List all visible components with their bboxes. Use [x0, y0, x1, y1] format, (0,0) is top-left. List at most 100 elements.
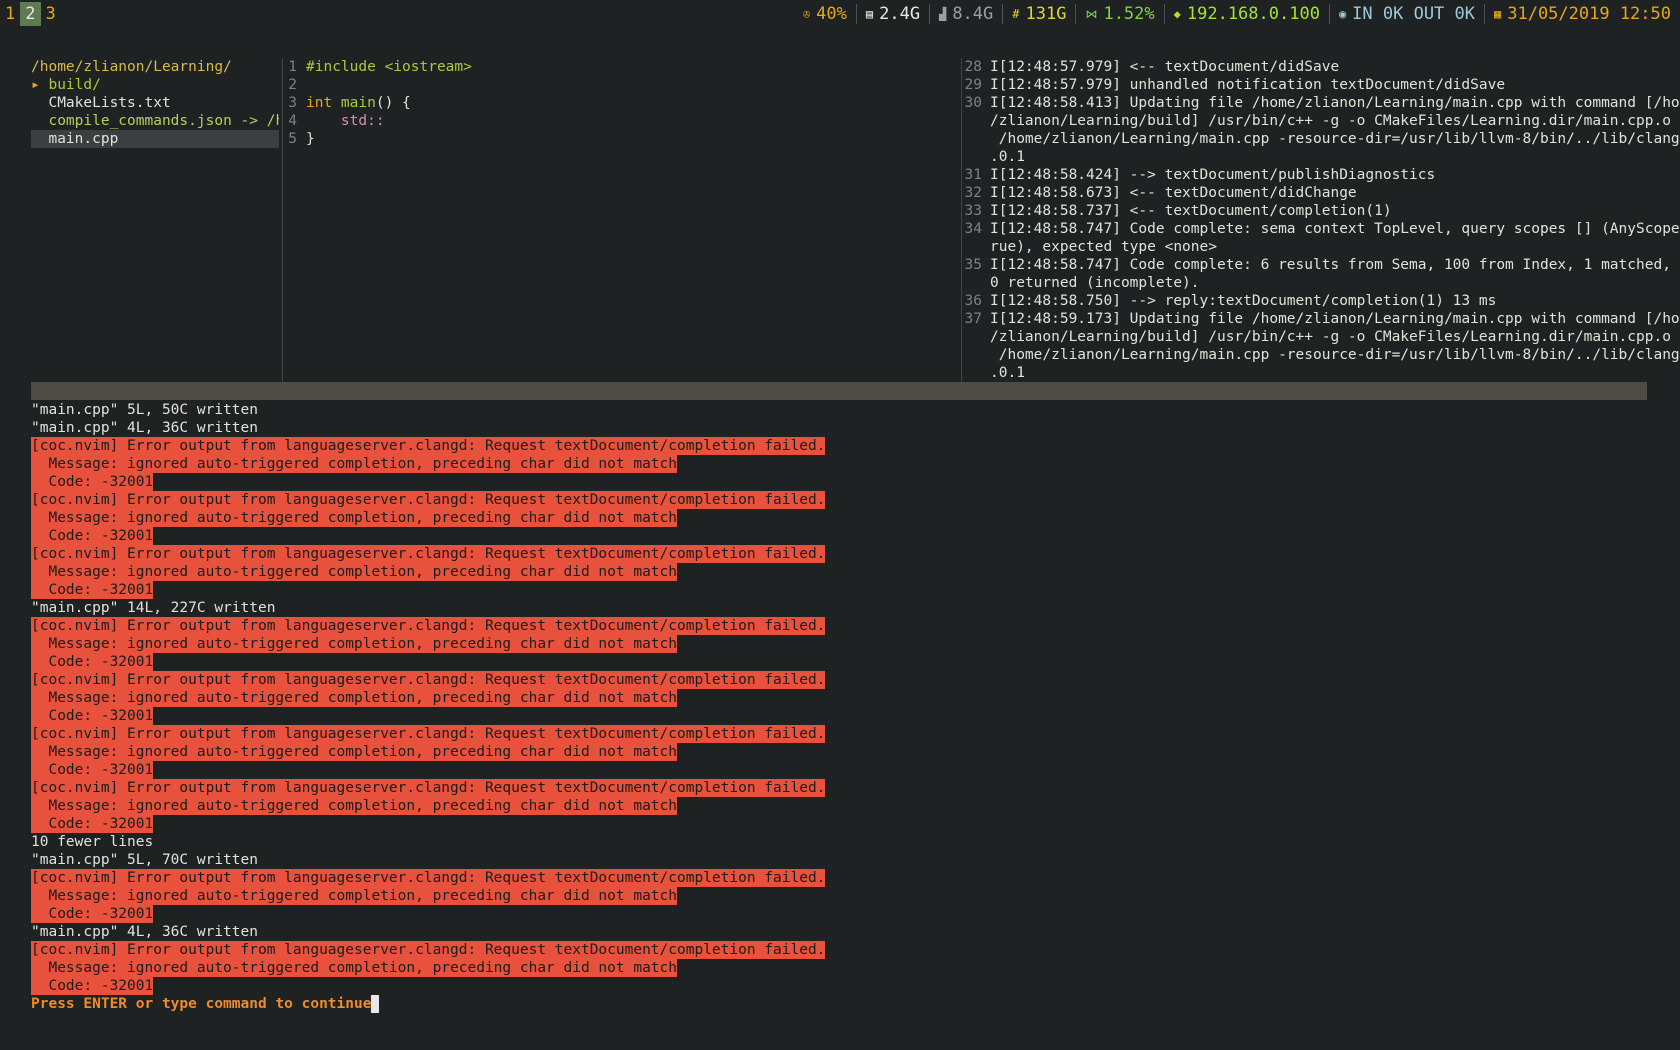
code-token: #include [306, 59, 385, 75]
log-line[interactable]: 37 I[12:48:59.173] Updating file /home/zl… [963, 310, 1680, 328]
log-pane[interactable]: 28 I[12:48:57.979] <-- textDocument/didSa… [963, 58, 1680, 382]
error-text: Code: -32001 [31, 473, 154, 491]
log-line[interactable]: 33 I[12:48:58.737] <-- textDocument/compl… [963, 202, 1680, 220]
error-text: [coc.nvim] Error output from languageser… [31, 779, 826, 797]
code-token: int [306, 95, 341, 111]
hash-icon: # [1012, 7, 1020, 21]
log-text: I[12:48:58.413] Updating file /home/zlia… [990, 95, 1680, 111]
code-line[interactable]: 3 int main() { [283, 94, 945, 112]
line-number: 4 [288, 113, 297, 129]
error-message-line: Code: -32001 [31, 977, 1651, 995]
error-message-line: Message: ignored auto-triggered completi… [31, 959, 1651, 977]
line-number: 37 [964, 311, 982, 327]
error-message-line: Message: ignored auto-triggered completi… [31, 743, 1651, 761]
error-message-line: [coc.nvim] Error output from languageser… [31, 437, 1651, 455]
log-line[interactable]: 32 I[12:48:58.673] <-- textDocument/didCh… [963, 184, 1680, 202]
message-text: "main.cpp" 4L, 36C written [31, 924, 258, 940]
error-text: [coc.nvim] Error output from languageser… [31, 491, 826, 509]
code-line[interactable]: 2 [283, 76, 945, 94]
error-text: Code: -32001 [31, 977, 154, 995]
line-number: 5 [288, 131, 297, 147]
log-line[interactable]: /zlianon/Learning/build] /usr/bin/c++ -g… [963, 328, 1680, 346]
log-text: 0 returned (incomplete). [990, 275, 1200, 291]
log-line[interactable]: 34 I[12:48:58.747] Code complete: sema co… [963, 220, 1680, 238]
file-tree-pane[interactable]: /home/zlianon/Learning/ ▸ build/ CMakeLi… [31, 58, 279, 382]
error-message-line: Code: -32001 [31, 905, 1651, 923]
error-text: Code: -32001 [31, 707, 154, 725]
log-text: /zlianon/Learning/build] /usr/bin/c++ -g… [990, 113, 1680, 129]
log-line[interactable]: 35 I[12:48:58.747] Code complete: 6 resul… [963, 256, 1680, 274]
log-text: .0.1 [990, 149, 1025, 165]
error-text: [coc.nvim] Error output from languageser… [31, 671, 826, 689]
expand-arrow-icon: ▸ [31, 77, 49, 93]
tree-item-build[interactable]: ▸ build/ [31, 76, 279, 94]
code-line[interactable]: 1 #include <iostream> [283, 58, 945, 76]
log-text: I[12:48:58.747] Code complete: 6 results… [990, 257, 1680, 273]
error-text: Code: -32001 [31, 761, 154, 779]
error-text: Message: ignored auto-triggered completi… [31, 959, 678, 977]
error-text: Message: ignored auto-triggered completi… [31, 563, 678, 581]
workspace-1[interactable]: 1 [0, 2, 20, 26]
error-message-line: Code: -32001 [31, 707, 1651, 725]
error-message-line: Code: -32001 [31, 653, 1651, 671]
line-number: 28 [964, 59, 982, 75]
tree-item-compile-commands[interactable]: compile_commands.json -> /hom [31, 112, 279, 130]
log-text: I[12:48:57.979] unhandled notification t… [990, 77, 1506, 93]
error-message-line: Message: ignored auto-triggered completi… [31, 455, 1651, 473]
pane-divider[interactable] [961, 58, 962, 382]
io-indicator: ◉ IN 0K OUT 0K [1330, 4, 1485, 24]
log-line[interactable]: 0 returned (incomplete). [963, 274, 1680, 292]
log-line[interactable]: /home/zlianon/Learning/main.cpp -resourc… [963, 346, 1680, 364]
log-line[interactable]: 30 I[12:48:58.413] Updating file /home/zl… [963, 94, 1680, 112]
workspace-3[interactable]: 3 [41, 2, 61, 26]
error-text: Message: ignored auto-triggered completi… [31, 743, 678, 761]
workspace-2[interactable]: 2 [20, 2, 41, 26]
tree-root-path[interactable]: /home/zlianon/Learning/ [31, 58, 279, 76]
log-line[interactable]: .0.1 [963, 148, 1680, 166]
memory-indicator: ▤ 2.4G [857, 4, 931, 24]
log-text: /zlianon/Learning/build] /usr/bin/c++ -g… [990, 329, 1680, 345]
log-line[interactable]: 36 I[12:48:58.750] --> reply:textDocument… [963, 292, 1680, 310]
code-line[interactable]: 5} [283, 130, 945, 148]
log-line[interactable]: .0.1 [963, 364, 1680, 382]
log-line[interactable]: rue), expected type <none> [963, 238, 1680, 256]
log-line[interactable]: 29 I[12:48:57.979] unhandled notification… [963, 76, 1680, 94]
error-message-line: Code: -32001 [31, 527, 1651, 545]
error-text: [coc.nvim] Error output from languageser… [31, 941, 826, 959]
line-number: 1 [288, 59, 297, 75]
wifi-icon: ◆ [1173, 7, 1181, 21]
line-number: 3 [288, 95, 297, 111]
log-text: I[12:48:58.673] <-- textDocument/didChan… [990, 185, 1357, 201]
error-message-line: [coc.nvim] Error output from languageser… [31, 869, 1651, 887]
error-message-line: [coc.nvim] Error output from languageser… [31, 671, 1651, 689]
window-status-line [31, 382, 1647, 400]
line-number: 30 [964, 95, 982, 111]
error-text: Message: ignored auto-triggered completi… [31, 455, 678, 473]
tree-item-cmakelists[interactable]: CMakeLists.txt [31, 94, 279, 112]
log-line[interactable]: 28 I[12:48:57.979] <-- textDocument/didSa… [963, 58, 1680, 76]
error-text: [coc.nvim] Error output from languageser… [31, 437, 826, 455]
continue-prompt[interactable]: Press ENTER or type command to continue [31, 995, 1651, 1013]
error-message-line: Message: ignored auto-triggered completi… [31, 563, 1651, 581]
code-line[interactable]: 4 std:: [283, 112, 945, 130]
error-text: Message: ignored auto-triggered completi… [31, 887, 678, 905]
tree-item-main-cpp[interactable]: main.cpp [31, 130, 279, 148]
message-text: "main.cpp" 5L, 50C written [31, 402, 258, 418]
log-line[interactable]: /zlianon/Learning/build] /usr/bin/c++ -g… [963, 112, 1680, 130]
info-message-line: "main.cpp" 5L, 50C written [31, 401, 1651, 419]
message-area: "main.cpp" 5L, 50C written "main.cpp" 4L,… [31, 401, 1651, 1013]
error-text: [coc.nvim] Error output from languageser… [31, 725, 826, 743]
log-line[interactable]: 31 I[12:48:58.424] --> textDocument/publi… [963, 166, 1680, 184]
line-number: 31 [964, 167, 982, 183]
calendar-icon: ▦ [1494, 7, 1502, 21]
error-text: Code: -32001 [31, 815, 154, 833]
error-text: [coc.nvim] Error output from languageser… [31, 617, 826, 635]
line-number: 33 [964, 203, 982, 219]
log-line[interactable]: /home/zlianon/Learning/main.cpp -resourc… [963, 130, 1680, 148]
code-token: } [306, 131, 315, 147]
code-pane[interactable]: 1 #include <iostream> 2 3 int main() {4 std:… [283, 58, 945, 382]
message-text: "main.cpp" 14L, 227C written [31, 600, 276, 616]
error-message-line: Code: -32001 [31, 581, 1651, 599]
message-text: 10 fewer lines [31, 834, 154, 850]
error-text: [coc.nvim] Error output from languageser… [31, 545, 826, 563]
